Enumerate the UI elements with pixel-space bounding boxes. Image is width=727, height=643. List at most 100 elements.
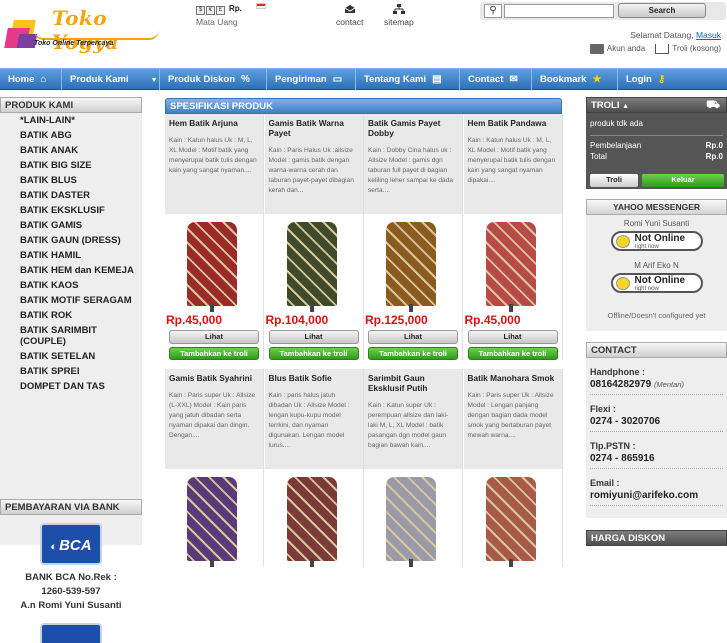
divider xyxy=(590,135,723,136)
category-item[interactable]: BATIK ROK xyxy=(0,308,142,323)
view-product-button[interactable]: Lihat xyxy=(368,330,458,344)
category-item[interactable]: BATIK HAMIL xyxy=(0,248,142,263)
yahoo-smiley-icon xyxy=(615,277,630,290)
category-item[interactable]: BATIK BIG SIZE xyxy=(0,158,142,173)
nav-pengiriman[interactable]: Pengiriman ▭ xyxy=(267,69,356,90)
nav-login[interactable]: Login ⚷ xyxy=(618,69,727,90)
category-item[interactable]: BATIK BLUS xyxy=(0,173,142,188)
product-image[interactable] xyxy=(364,214,462,312)
product-desc: Kain : Katun halus Uk : M, L, XL Model :… xyxy=(467,137,556,184)
category-item[interactable]: *LAIN-LAIN* xyxy=(0,113,142,128)
category-item[interactable]: BATIK HEM dan KEMEJA xyxy=(0,263,142,278)
nav-bookmark[interactable]: Bookmark ★ xyxy=(532,69,618,90)
currency-usd-button[interactable]: $ xyxy=(196,6,205,15)
nav-home[interactable]: Home ⌂ xyxy=(0,69,62,90)
category-item[interactable]: BATIK EKSKLUSIF xyxy=(0,203,142,218)
search-input[interactable] xyxy=(504,4,614,18)
category-item[interactable]: BATIK GAUN (DRESS) xyxy=(0,233,142,248)
product-name[interactable]: Gamis Batik Syahrini xyxy=(169,373,259,383)
product-info: Gamis Batik Syahrini Kain : Paris super U… xyxy=(165,369,263,469)
add-to-cart-button[interactable]: Tambahkan ke troli xyxy=(467,347,558,360)
sitemap-link[interactable]: sitemap xyxy=(384,4,414,27)
product-image[interactable] xyxy=(463,214,562,312)
contact-link[interactable]: contact xyxy=(336,4,363,27)
view-product-button[interactable]: Lihat xyxy=(268,330,359,344)
category-item[interactable]: BATIK GAMIS xyxy=(0,218,142,233)
account-icon[interactable] xyxy=(589,44,604,54)
category-item[interactable]: BATIK ABG xyxy=(0,128,142,143)
nav-contact-label: Contact xyxy=(468,74,504,85)
nav-produk-kami[interactable]: Produk Kami ▼ xyxy=(62,69,160,90)
star-icon: ★ xyxy=(592,74,602,85)
envelope-icon: ✉ xyxy=(509,74,518,85)
category-item[interactable]: BATIK ANAK xyxy=(0,143,142,158)
account-link[interactable]: Akun anda xyxy=(607,44,645,53)
add-to-cart-button[interactable]: Tambahkan ke troli xyxy=(368,347,458,360)
sitemap-icon xyxy=(392,4,405,14)
product-name[interactable]: Gamis Batik Warna Payet xyxy=(269,118,359,138)
category-item[interactable]: BATIK SETELAN xyxy=(0,349,142,364)
add-to-cart-button[interactable]: Tambahkan ke troli xyxy=(169,347,259,360)
product-image[interactable] xyxy=(165,214,263,312)
account-bar: Akun anda Troli (kosong) xyxy=(589,44,721,54)
product-image[interactable] xyxy=(364,469,462,567)
yahoo-status: Not Online xyxy=(634,275,686,286)
checkout-button[interactable]: Keluar xyxy=(642,174,724,187)
yahoo-status-sub: right now xyxy=(634,286,659,292)
mannequin-stand xyxy=(409,559,413,567)
product-desc: Kain : Dobby Cina halus uk : Allsize Mod… xyxy=(368,147,454,194)
product-price: Rp.45,000 xyxy=(464,313,521,327)
contact-value-text: 08164282979 xyxy=(590,379,652,390)
nav-produk-diskon[interactable]: Produk Diskon% xyxy=(160,69,267,90)
bca-logo-text: BCA xyxy=(59,537,92,554)
cart-icon: ⛟ xyxy=(706,99,720,111)
add-to-cart-button[interactable]: Tambahkan ke troli xyxy=(268,347,359,360)
category-item[interactable]: BATIK SPREI xyxy=(0,364,142,379)
product-image[interactable] xyxy=(463,469,562,567)
currency-gbp-button[interactable]: £ xyxy=(216,6,225,15)
product-name[interactable]: Hem Batik Pandawa xyxy=(468,118,558,128)
yahoo-status-button[interactable]: Not Online right now xyxy=(610,273,703,293)
login-link[interactable]: Masuk xyxy=(696,30,721,40)
category-item[interactable]: BATIK MOTIF SERAGAM xyxy=(0,293,142,308)
search-button[interactable]: Search xyxy=(618,3,706,18)
product-name[interactable]: Batik Gamis Payet Dobby xyxy=(368,118,458,138)
cart-empty-text: produk tdk ada xyxy=(590,119,643,128)
contact-box: CONTACT Handphone :08164282979 (Mentari)… xyxy=(586,342,727,518)
product-name[interactable]: Hem Batik Arjuna xyxy=(169,118,259,128)
view-cart-button[interactable]: Troli xyxy=(590,174,638,187)
cart-row-label: Total xyxy=(590,152,607,161)
product-image[interactable] xyxy=(264,469,363,567)
nav-bookmark-label: Bookmark xyxy=(540,74,587,85)
logo[interactable]: Toko Yogya Toko Online Terpercaya xyxy=(4,6,164,54)
view-product-button[interactable]: Lihat xyxy=(169,330,259,344)
nav-contact[interactable]: Contact ✉ xyxy=(460,69,532,90)
collapse-icon[interactable]: ▲ xyxy=(622,103,629,110)
category-item[interactable]: BATIK DASTER xyxy=(0,188,142,203)
cart-link[interactable]: Troli (kosong) xyxy=(672,44,721,53)
product-name[interactable]: Blus Batik Sofie xyxy=(269,373,359,383)
product-garment xyxy=(286,222,337,306)
product-price: Rp.104,000 xyxy=(265,313,329,327)
product-name[interactable]: Sarimbit Gaun Eksklusif Putih xyxy=(368,373,458,393)
product-image[interactable] xyxy=(264,214,363,312)
nav-tentang-kami[interactable]: Tentang Kami ▤ xyxy=(356,69,460,90)
flag-icon[interactable] xyxy=(255,3,266,9)
category-item[interactable]: BATIK SARIMBIT (COUPLE) xyxy=(0,323,142,349)
view-product-button[interactable]: Lihat xyxy=(467,330,558,344)
cart-icon[interactable] xyxy=(655,44,670,54)
search-icon[interactable]: ⚲ xyxy=(484,4,502,18)
product-info: Sarimbit Gaun Eksklusif Putih Kain : Katu… xyxy=(364,369,462,469)
mannequin-stand xyxy=(309,559,314,567)
nav-pengiriman-label: Pengiriman xyxy=(275,74,327,85)
product-image[interactable] xyxy=(165,469,263,567)
contact-note: (Mentari) xyxy=(653,380,684,389)
yahoo-status-button[interactable]: Not Online right now xyxy=(610,231,703,251)
category-item[interactable]: BATIK KAOS xyxy=(0,278,142,293)
contact-value-text: 0274 - 3020706 xyxy=(590,416,661,427)
chevron-down-icon: ▼ xyxy=(150,77,158,84)
currency-eur-button[interactable]: € xyxy=(206,6,215,15)
category-item[interactable]: DOMPET DAN TAS xyxy=(0,379,142,394)
contact-value-text: romiyuni@arifeko.com xyxy=(590,490,699,501)
product-name[interactable]: Batik Manohara Smok xyxy=(468,373,558,383)
